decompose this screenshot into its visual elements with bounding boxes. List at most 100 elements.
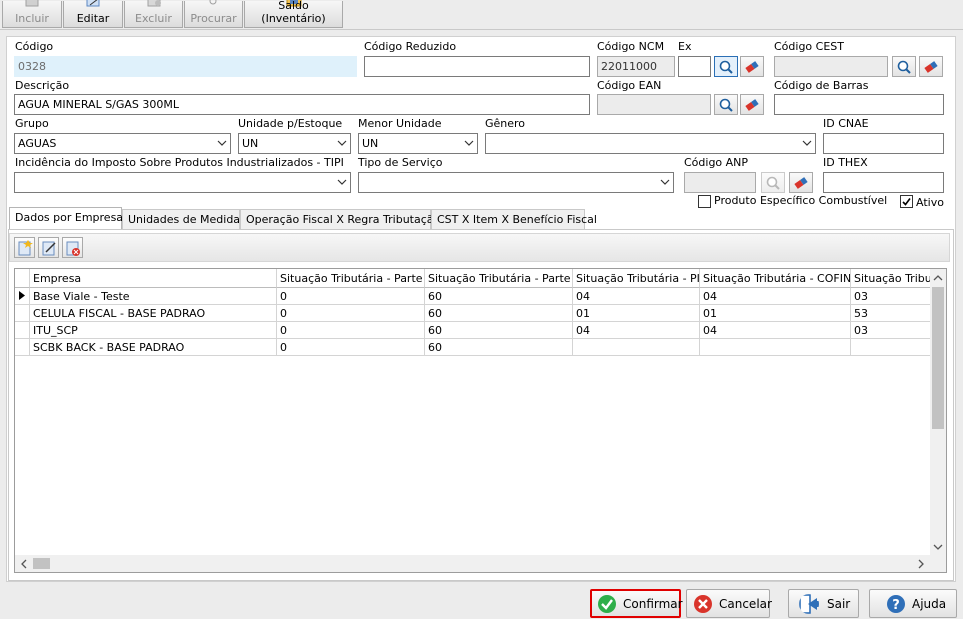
ativo-checkbox[interactable]	[900, 195, 913, 208]
codigo-ean-field[interactable]	[597, 94, 711, 115]
cest-search-button[interactable]	[892, 56, 916, 77]
genero-select[interactable]	[485, 133, 816, 154]
sair-button[interactable]: Sair	[788, 589, 859, 618]
grupo-select[interactable]: AGUAS	[14, 133, 231, 154]
table-cell[interactable]	[700, 339, 851, 356]
table-cell[interactable]: ITU_SCP	[30, 322, 277, 339]
chevron-down-icon	[660, 179, 670, 185]
table-cell[interactable]: 60	[425, 322, 573, 339]
ncm-clear-button[interactable]	[740, 56, 764, 77]
table-cell[interactable]: 0	[277, 305, 425, 322]
descricao-label: Descrição	[15, 79, 70, 92]
grid-header-st-parte-b[interactable]: Situação Tributária - Parte B	[425, 269, 573, 288]
ex-label: Ex	[678, 40, 692, 53]
ex-field[interactable]	[678, 56, 711, 77]
codigo-field[interactable]: 0328	[14, 56, 357, 77]
tipo-servico-label: Tipo de Serviço	[358, 156, 443, 169]
table-cell[interactable]: 01	[573, 305, 700, 322]
tab-unidades-de-medida[interactable]: Unidades de Medida	[122, 209, 240, 229]
anp-clear-button[interactable]	[789, 172, 813, 193]
produto-combustivel-checkbox[interactable]	[698, 195, 711, 208]
saldo-inventario-button[interactable]: Saldo (Inventário)	[244, 0, 343, 28]
grid-header-st-other[interactable]: Situação Tributária	[851, 269, 931, 288]
scroll-right-icon[interactable]	[913, 556, 929, 572]
check-circle-icon	[598, 595, 616, 613]
ean-clear-button[interactable]	[740, 94, 764, 115]
codigo-barras-field[interactable]	[774, 94, 944, 115]
table-cell[interactable]: 60	[425, 305, 573, 322]
unidade-estoque-select[interactable]: UN	[238, 133, 351, 154]
ean-search-button[interactable]	[714, 94, 738, 115]
grid-header-st-pis[interactable]: Situação Tributária - PIS	[573, 269, 700, 288]
grid-edit-button[interactable]	[38, 237, 59, 258]
table-cell[interactable]	[851, 339, 931, 356]
table-cell[interactable]: 60	[425, 288, 573, 305]
tab-dados-por-empresa[interactable]: Dados por Empresa	[9, 207, 123, 230]
unidade-estoque-label: Unidade p/Estoque	[238, 117, 343, 130]
sair-label: Sair	[827, 597, 851, 611]
table-cell[interactable]: SCBK BACK - BASE PADRAO	[30, 339, 277, 356]
descricao-field[interactable]: AGUA MINERAL S/GAS 300ML	[14, 94, 590, 115]
scroll-up-icon[interactable]	[930, 270, 946, 286]
codigo-reduzido-field[interactable]	[364, 56, 590, 77]
table-cell[interactable]: CELULA FISCAL - BASE PADRAO	[30, 305, 277, 322]
id-cnae-field[interactable]	[823, 133, 944, 154]
table-cell[interactable]: 60	[425, 339, 573, 356]
table-cell[interactable]: 01	[700, 305, 851, 322]
cest-clear-button[interactable]	[919, 56, 943, 77]
incluir-label: Incluir	[15, 12, 49, 25]
ipi-label: Incidência do Imposto Sobre Produtos Ind…	[15, 156, 344, 169]
tipo-servico-select[interactable]	[358, 172, 674, 193]
editar-button[interactable]: Editar	[63, 0, 123, 28]
grid-toolbar	[9, 233, 950, 262]
incluir-button[interactable]: Incluir	[2, 0, 62, 28]
ncm-search-button[interactable]	[714, 56, 738, 77]
menor-unidade-label: Menor Unidade	[358, 117, 442, 130]
ipi-select[interactable]	[14, 172, 351, 193]
table-cell[interactable]: 04	[700, 322, 851, 339]
vertical-scroll-thumb[interactable]	[932, 287, 944, 429]
codigo-reduzido-label: Código Reduzido	[364, 40, 457, 53]
tab-cst-item-beneficio[interactable]: CST X Item X Benefício Fiscal	[431, 209, 597, 229]
ativo-label: Ativo	[916, 196, 944, 209]
tab-operacao-fiscal[interactable]: Operação Fiscal X Regra Tributação	[240, 209, 440, 229]
codigo-anp-field[interactable]	[684, 172, 756, 193]
scroll-down-icon[interactable]	[930, 539, 946, 555]
codigo-ncm-field[interactable]: 22011000	[597, 56, 675, 77]
id-thex-label: ID THEX	[823, 156, 868, 169]
table-cell[interactable]: 04	[700, 288, 851, 305]
grid-delete-button[interactable]	[62, 237, 83, 258]
id-thex-field[interactable]	[823, 172, 944, 193]
checkmark-icon	[902, 198, 911, 206]
table-cell[interactable]: 04	[573, 288, 700, 305]
table-cell[interactable]	[573, 339, 700, 356]
grid-add-button[interactable]	[14, 237, 35, 258]
table-cell[interactable]: 04	[573, 322, 700, 339]
tab-label: Unidades de Medida	[128, 213, 241, 226]
scroll-left-icon[interactable]	[16, 556, 32, 572]
magnifier-icon	[719, 98, 733, 112]
table-cell[interactable]: 03	[851, 288, 931, 305]
excluir-button[interactable]: Excluir	[124, 0, 183, 28]
codigo-cest-field[interactable]	[774, 56, 888, 77]
grid-header-empresa[interactable]: Empresa	[30, 269, 277, 288]
chevron-down-icon	[802, 140, 812, 146]
vertical-scrollbar[interactable]	[930, 269, 946, 556]
table-cell[interactable]: 0	[277, 339, 425, 356]
menor-unidade-select[interactable]: UN	[358, 133, 478, 154]
confirmar-button[interactable]: Confirmar	[590, 589, 683, 618]
ajuda-button[interactable]: ? Ajuda	[869, 589, 957, 618]
table-cell[interactable]: Base Viale - Teste	[30, 288, 277, 305]
anp-search-button[interactable]	[761, 172, 785, 193]
table-cell[interactable]: 03	[851, 322, 931, 339]
cancelar-button[interactable]: Cancelar	[686, 589, 772, 618]
horizontal-scroll-thumb[interactable]	[33, 558, 50, 569]
procurar-button[interactable]: Procurar	[184, 0, 243, 28]
grid-header-st-parte-a[interactable]: Situação Tributária - Parte A	[277, 269, 425, 288]
table-cell[interactable]: 0	[277, 288, 425, 305]
table-cell[interactable]: 0	[277, 322, 425, 339]
horizontal-scrollbar[interactable]	[15, 555, 930, 572]
table-cell[interactable]: 53	[851, 305, 931, 322]
grid-header-st-cofins[interactable]: Situação Tributária - COFINS	[700, 269, 851, 288]
delete-document-icon	[66, 241, 80, 256]
